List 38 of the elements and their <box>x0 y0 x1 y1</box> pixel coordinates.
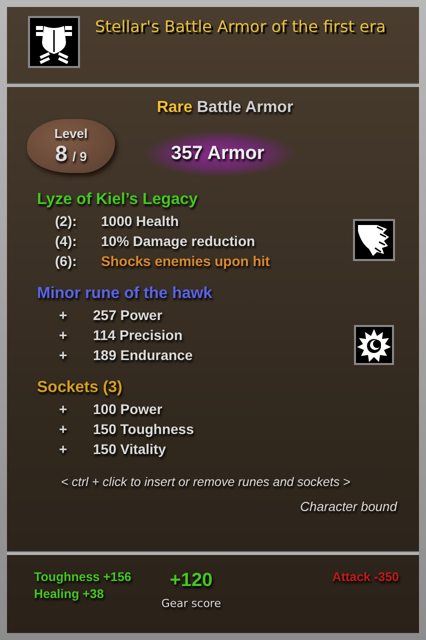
stat-text: 257 Power <box>93 306 162 325</box>
hint-text: < ctrl + click to insert or remove runes and sockets > <box>60 475 352 489</box>
rune-title: Minor rune of the hawk <box>37 285 214 303</box>
claw-icon <box>353 219 395 261</box>
binding-text: Character bound <box>300 499 397 514</box>
item-title: Stellar's Battle Armor of the first era <box>95 16 387 38</box>
item-type: Battle Armor <box>196 99 294 116</box>
gear-score-label: Gear score <box>161 596 221 612</box>
plus-sign: + <box>58 346 68 365</box>
level-max: / 9 <box>72 148 87 164</box>
plus-sign: + <box>58 326 68 345</box>
stat-text: 150 Vitality <box>93 440 166 459</box>
bonus-count: (4): <box>55 232 78 251</box>
stat-text: 150 Toughness <box>93 420 194 439</box>
plus-sign: + <box>58 400 68 419</box>
stat-text: 114 Precision <box>93 326 183 345</box>
plus-sign: + <box>58 420 68 439</box>
armor-value: 357 Armor <box>145 131 294 177</box>
sockets-title: Sockets (3) <box>37 379 124 397</box>
bonus-count: (2): <box>55 212 78 231</box>
bonus-text: 10% Damage reduction <box>101 232 256 251</box>
plus-sign: + <box>58 440 68 459</box>
set-title: Lyze of Kiel’s Legacy <box>37 191 199 209</box>
armor-icon <box>28 16 80 68</box>
level-label: Level <box>54 126 88 140</box>
bonus-text: Shocks enemies upon hit <box>101 252 270 271</box>
stat-gain: Toughness +156 <box>34 569 132 586</box>
stat-text: 100 Power <box>93 400 162 419</box>
level-value: 8 <box>55 140 68 166</box>
bonus-text: 1000 Health <box>101 212 179 231</box>
bonus-count: (6): <box>55 252 78 271</box>
plus-sign: + <box>58 306 68 325</box>
item-rarity: Rare <box>156 99 192 116</box>
gear-score-value: +120 <box>170 569 213 593</box>
stat-gain: Healing +38 <box>34 586 105 603</box>
stat-loss: Attack -350 <box>332 569 399 586</box>
stat-text: 189 Endurance <box>93 346 193 365</box>
sun-icon <box>354 325 394 365</box>
